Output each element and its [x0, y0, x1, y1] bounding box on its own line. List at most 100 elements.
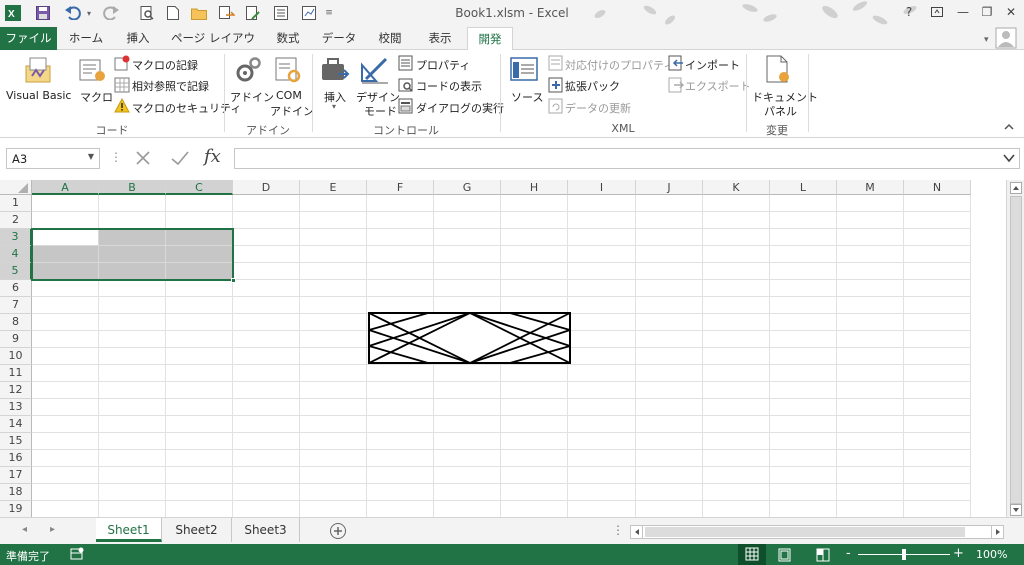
row-header-2[interactable]: 2	[0, 212, 32, 229]
column-header-c[interactable]: C	[166, 180, 233, 195]
rectangle-shape[interactable]	[368, 312, 571, 364]
cancel-icon[interactable]	[134, 149, 152, 170]
com-addin-label-2[interactable]: アドイン	[270, 103, 314, 119]
row-header-14[interactable]: 14	[0, 416, 32, 433]
tab-data[interactable]: データ	[316, 27, 362, 50]
page-layout-view-icon[interactable]	[778, 548, 792, 565]
sheet-tab-sheet1[interactable]: Sheet1	[96, 518, 162, 542]
design-mode-icon[interactable]	[360, 55, 390, 88]
row-header-12[interactable]: 12	[0, 382, 32, 399]
row-header-3[interactable]: 3	[0, 229, 32, 246]
horizontal-scroll-thumb[interactable]	[645, 527, 965, 537]
restore-icon[interactable]: ❐	[974, 2, 1000, 22]
zoom-slider[interactable]	[858, 549, 950, 560]
row-header-13[interactable]: 13	[0, 399, 32, 416]
refresh-data-button[interactable]: データの更新	[565, 100, 631, 116]
formula-input[interactable]	[234, 148, 1020, 169]
row-header-19[interactable]: 19	[0, 501, 32, 517]
macro-record-status-icon[interactable]	[70, 547, 84, 564]
row-header-18[interactable]: 18	[0, 484, 32, 501]
expand-formula-icon[interactable]	[1003, 153, 1015, 166]
enter-icon[interactable]	[170, 149, 190, 170]
row-header-16[interactable]: 16	[0, 450, 32, 467]
row-header-1[interactable]: 1	[0, 195, 32, 212]
horizontal-scrollbar[interactable]	[630, 525, 1004, 539]
tab-insert[interactable]: 挿入	[118, 27, 158, 50]
tab-home[interactable]: ホーム	[62, 27, 110, 50]
column-header-h[interactable]: H	[501, 180, 568, 195]
column-header-m[interactable]: M	[837, 180, 904, 195]
scroll-right-icon[interactable]	[991, 526, 1003, 538]
collapse-ribbon-icon[interactable]	[1003, 122, 1015, 135]
chevron-down-icon[interactable]: ▾	[332, 102, 336, 111]
ribbon-display-icon[interactable]	[924, 2, 950, 22]
column-header-j[interactable]: J	[636, 180, 703, 195]
zoom-out-button[interactable]: -	[846, 546, 851, 561]
tab-page-layout[interactable]: ページ レイアウト	[166, 27, 260, 68]
tab-file[interactable]: ファイル	[0, 27, 57, 50]
insert-controls-icon[interactable]	[320, 56, 350, 87]
column-header-d[interactable]: D	[233, 180, 300, 195]
expansion-pack-button[interactable]: 拡張パック	[565, 78, 620, 94]
sheet-tab-sheet3[interactable]: Sheet3	[232, 518, 300, 542]
scroll-left-icon[interactable]	[631, 526, 643, 538]
column-header-i[interactable]: I	[568, 180, 636, 195]
view-code-button[interactable]: コードの表示	[416, 78, 482, 94]
zoom-in-button[interactable]: +	[953, 546, 964, 561]
row-header-17[interactable]: 17	[0, 467, 32, 484]
column-header-b[interactable]: B	[99, 180, 166, 195]
scroll-up-icon[interactable]	[1010, 182, 1022, 194]
column-header-a[interactable]: A	[32, 180, 99, 195]
tab-developer[interactable]: 開発	[467, 27, 513, 51]
tab-view[interactable]: 表示	[418, 27, 462, 50]
row-header-9[interactable]: 9	[0, 331, 32, 348]
row-header-8[interactable]: 8	[0, 314, 32, 331]
row-header-10[interactable]: 10	[0, 348, 32, 365]
vertical-scroll-thumb[interactable]	[1010, 196, 1022, 504]
chevron-down-icon[interactable]: ▼	[88, 152, 94, 161]
column-header-g[interactable]: G	[434, 180, 501, 195]
column-header-n[interactable]: N	[904, 180, 971, 195]
tab-formulas[interactable]: 数式	[266, 27, 310, 50]
add-sheet-icon[interactable]	[329, 522, 347, 543]
row-header-15[interactable]: 15	[0, 433, 32, 450]
record-macro-button[interactable]: マクロの記録	[132, 57, 198, 73]
row-header-6[interactable]: 6	[0, 280, 32, 297]
visual-basic-icon[interactable]	[24, 56, 52, 87]
com-addin-icon[interactable]	[274, 56, 302, 87]
user-avatar[interactable]: ▾	[984, 27, 1018, 50]
sheet-tab-sheet2[interactable]: Sheet2	[162, 518, 232, 542]
next-sheet-icon[interactable]: ▸	[50, 524, 55, 535]
row-header-7[interactable]: 7	[0, 297, 32, 314]
document-panel-icon[interactable]	[764, 55, 792, 88]
tab-review[interactable]: 校閲	[368, 27, 412, 50]
export-button[interactable]: エクスポート	[685, 78, 751, 94]
scroll-down-icon[interactable]	[1010, 504, 1022, 516]
addin-button[interactable]: アドイン	[230, 89, 274, 105]
more-sheets-icon[interactable]: ⋮	[612, 523, 624, 537]
run-dialog-button[interactable]: ダイアログの実行	[416, 100, 504, 116]
select-all-button[interactable]	[0, 180, 32, 195]
column-header-l[interactable]: L	[770, 180, 837, 195]
document-panel-label-2[interactable]: パネル	[764, 103, 797, 119]
xml-source-icon[interactable]	[510, 56, 538, 87]
close-icon[interactable]: ✕	[998, 2, 1024, 22]
more-options-icon[interactable]: ⋮	[110, 150, 122, 164]
relative-reference-button[interactable]: 相対参照で記録	[132, 78, 209, 94]
insert-function-icon[interactable]: fx	[204, 146, 221, 167]
help-icon[interactable]: ?	[896, 2, 922, 22]
macro-button[interactable]: マクロ	[80, 89, 113, 105]
com-addin-label-1[interactable]: COM	[276, 89, 302, 102]
fill-handle[interactable]	[231, 278, 236, 283]
import-button[interactable]: インポート	[685, 57, 740, 73]
xml-source-button[interactable]: ソース	[511, 89, 543, 105]
name-box[interactable]: A3 ▼	[6, 148, 100, 169]
macro-icon[interactable]	[78, 56, 106, 87]
zoom-level[interactable]: 100%	[976, 548, 1007, 561]
normal-view-icon[interactable]	[738, 544, 766, 565]
addin-gear-icon[interactable]	[234, 56, 262, 87]
vertical-scrollbar[interactable]	[1006, 180, 1024, 517]
row-header-5[interactable]: 5	[0, 263, 32, 280]
row-header-11[interactable]: 11	[0, 365, 32, 382]
visual-basic-button[interactable]: Visual Basic	[6, 89, 71, 102]
